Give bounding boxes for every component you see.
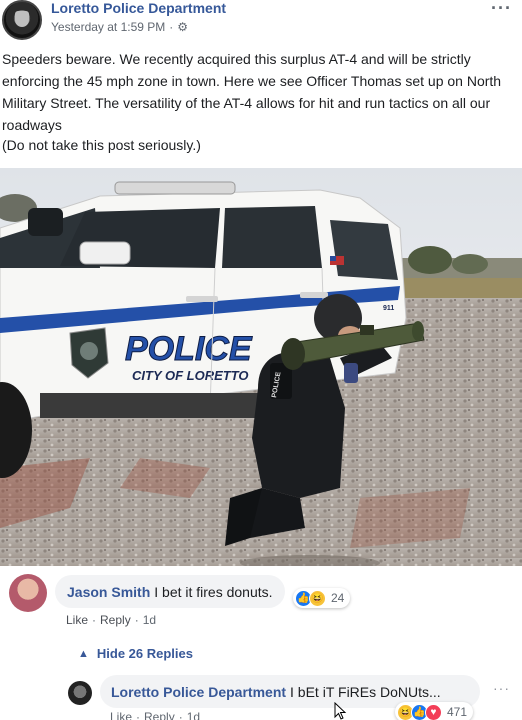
post-photo[interactable]: POLICE CITY OF LORETTO 911 POLICE <box>0 168 522 566</box>
unit-number-text: 911 <box>383 305 394 312</box>
police-badge-icon <box>15 11 29 27</box>
action-dot: · <box>178 710 183 720</box>
post-options-icon[interactable]: ··· <box>491 0 512 19</box>
mouse-cursor-icon <box>334 702 347 720</box>
reply-reply-button[interactable]: Reply <box>144 710 175 720</box>
comment-like-button[interactable]: Like <box>66 613 88 627</box>
action-dot: · <box>134 613 139 627</box>
page-name-link[interactable]: Loretto Police Department <box>51 0 226 16</box>
hide-replies-label: Hide 26 Replies <box>96 646 193 661</box>
reply-reactions[interactable]: 😆 👍 ♥ 471 <box>395 702 474 720</box>
post-text: Speeders beware. We recently acquired th… <box>2 51 502 133</box>
post-timestamp[interactable]: Yesterday at 1:59 PM <box>51 20 165 34</box>
action-dot: · <box>92 613 97 627</box>
door-city-text: CITY OF LORETTO <box>132 368 249 383</box>
chevron-up-icon: ▲ <box>78 647 89 660</box>
comment-text: I bet it fires donuts. <box>154 583 273 600</box>
reply-author-link[interactable]: Loretto Police Department <box>111 684 286 700</box>
hide-replies-button[interactable]: ▲ Hide 26 Replies <box>78 646 193 661</box>
comment-reply-button[interactable]: Reply <box>100 613 131 627</box>
comment-bubble: Jason Smith I bet it fires donuts. <box>55 575 285 608</box>
action-dot: · <box>136 710 141 720</box>
post-note: (Do not take this post seriously.) <box>2 137 201 153</box>
reply-text: I bEt iT FiREs DoNUts... <box>290 683 441 700</box>
haha-reaction-icon: 😆 <box>309 589 326 607</box>
comment-reactions[interactable]: 👍 😆 24 <box>293 588 351 608</box>
comment-actions: Like · Reply · 1d <box>66 613 156 627</box>
commenter-avatar[interactable] <box>9 574 47 612</box>
love-reaction-icon: ♥ <box>425 703 442 720</box>
reply-age[interactable]: 1d <box>187 710 200 720</box>
meta-separator: · <box>169 20 174 34</box>
post-meta: Yesterday at 1:59 PM · ⚙ <box>51 20 188 34</box>
reply-like-button[interactable]: Like <box>110 710 132 720</box>
comment-age[interactable]: 1d <box>143 613 156 627</box>
door-police-text: POLICE <box>125 330 253 368</box>
audience-gear-icon[interactable]: ⚙ <box>177 20 188 34</box>
reply-reaction-count: 471 <box>447 705 468 719</box>
page-avatar[interactable] <box>2 0 42 40</box>
comment-author-link[interactable]: Jason Smith <box>67 584 150 600</box>
post-header: Loretto Police Department Yesterday at 1… <box>0 0 522 42</box>
reply-options-icon[interactable]: ··· <box>493 680 510 696</box>
comment-reaction-count: 24 <box>331 591 345 605</box>
reply-author-avatar[interactable] <box>68 681 92 705</box>
police-suv-photo: POLICE CITY OF LORETTO 911 POLICE <box>0 168 522 566</box>
reply-actions: Like · Reply · 1d <box>110 710 200 720</box>
